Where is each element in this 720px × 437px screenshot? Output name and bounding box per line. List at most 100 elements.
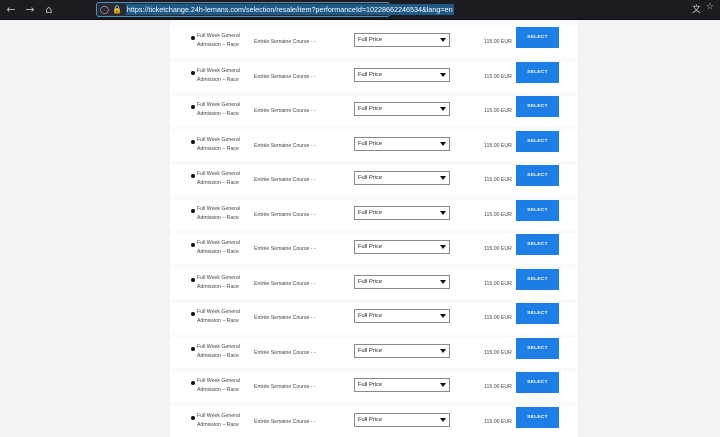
ticket-name-line2: Admission – Race bbox=[197, 352, 239, 359]
ticket-description: Entrée Semaine Course - - bbox=[254, 315, 316, 321]
ticket-price: 115.00 EUR bbox=[484, 384, 512, 390]
bullet-icon bbox=[191, 36, 195, 40]
price-type-value: Full Price bbox=[358, 37, 383, 43]
price-type-select[interactable]: Full Price bbox=[354, 206, 450, 220]
price-type-select[interactable]: Full Price bbox=[354, 275, 450, 289]
ticket-description: Entrée Semaine Course - - bbox=[254, 108, 316, 114]
ticket-name-line2: Admission – Race bbox=[197, 76, 239, 83]
ticket-description: Entrée Semaine Course - - bbox=[254, 74, 316, 80]
price-type-value: Full Price bbox=[358, 106, 383, 112]
bullet-icon bbox=[191, 381, 195, 385]
star-icon[interactable]: ☆ bbox=[706, 2, 714, 15]
price-type-select[interactable]: Full Price bbox=[354, 102, 450, 116]
lock-icon[interactable]: 🔒 bbox=[112, 4, 122, 16]
ticket-description: Entrée Semaine Course - - bbox=[254, 350, 316, 356]
ticket-name: Full Week General Admission – Race bbox=[197, 170, 257, 187]
ticket-name-line1: Full Week General bbox=[197, 378, 240, 384]
select-button[interactable]: SELECT bbox=[516, 165, 559, 186]
ticket-description: Entrée Semaine Course - - bbox=[254, 419, 316, 425]
select-button[interactable]: SELECT bbox=[516, 62, 559, 83]
ticket-name-line2: Admission – Race bbox=[197, 283, 239, 290]
ticket-name-line2: Admission – Race bbox=[197, 317, 239, 324]
ticket-name-line1: Full Week General bbox=[197, 102, 240, 108]
price-type-value: Full Price bbox=[358, 348, 383, 354]
select-button[interactable]: SELECT bbox=[516, 303, 559, 324]
ticket-row: Full Week General Admission – Race Entrée … bbox=[170, 234, 578, 264]
browser-toolbar: ← → ⌂ ◯ 🔒 https://ticketchange.24h-leman… bbox=[0, 0, 720, 20]
price-type-value: Full Price bbox=[358, 72, 383, 78]
ticket-description: Entrée Semaine Course - - bbox=[254, 384, 316, 390]
price-type-select[interactable]: Full Price bbox=[354, 413, 450, 427]
home-icon[interactable]: ⌂ bbox=[41, 2, 57, 18]
shield-icon[interactable]: ◯ bbox=[100, 4, 109, 16]
address-bar[interactable]: ◯ 🔒 https://ticketchange.24h-lemans.com/… bbox=[96, 2, 454, 17]
translate-icon[interactable]: 文 bbox=[692, 2, 701, 15]
back-arrow-icon[interactable]: ← bbox=[3, 2, 19, 18]
dropdown-caret-icon[interactable] bbox=[440, 280, 446, 284]
ticket-price: 115.00 EUR bbox=[484, 246, 512, 252]
price-type-select[interactable]: Full Price bbox=[354, 171, 450, 185]
price-type-value: Full Price bbox=[358, 382, 383, 388]
dropdown-caret-icon[interactable] bbox=[440, 73, 446, 77]
ticket-name: Full Week General Admission – Race bbox=[197, 343, 257, 360]
ticket-name-line2: Admission – Race bbox=[197, 41, 239, 48]
dropdown-caret-icon[interactable] bbox=[440, 314, 446, 318]
ticket-name-line1: Full Week General bbox=[197, 413, 240, 419]
ticket-row: Full Week General Admission – Race Entrée … bbox=[170, 200, 578, 230]
price-type-select[interactable]: Full Price bbox=[354, 309, 450, 323]
ticket-row: Full Week General Admission – Race Entrée … bbox=[170, 338, 578, 368]
price-type-value: Full Price bbox=[358, 279, 383, 285]
price-type-select[interactable]: Full Price bbox=[354, 33, 450, 47]
ticket-name-line2: Admission – Race bbox=[197, 145, 239, 152]
price-type-value: Full Price bbox=[358, 313, 383, 319]
price-type-select[interactable]: Full Price bbox=[354, 344, 450, 358]
dropdown-caret-icon[interactable] bbox=[440, 176, 446, 180]
select-button[interactable]: SELECT bbox=[516, 234, 559, 255]
ticket-name-line1: Full Week General bbox=[197, 137, 240, 143]
dropdown-caret-icon[interactable] bbox=[440, 245, 446, 249]
select-button[interactable]: SELECT bbox=[516, 269, 559, 290]
select-button[interactable]: SELECT bbox=[516, 200, 559, 221]
ticket-name-line1: Full Week General bbox=[197, 275, 240, 281]
select-button[interactable]: SELECT bbox=[516, 27, 559, 48]
ticket-name: Full Week General Admission – Race bbox=[197, 67, 257, 84]
select-button[interactable]: SELECT bbox=[516, 131, 559, 152]
ticket-row: Full Week General Admission – Race Entrée … bbox=[170, 62, 578, 92]
price-type-select[interactable]: Full Price bbox=[354, 68, 450, 82]
price-type-value: Full Price bbox=[358, 244, 383, 250]
dropdown-caret-icon[interactable] bbox=[440, 142, 446, 146]
bullet-icon bbox=[191, 140, 195, 144]
forward-arrow-icon[interactable]: → bbox=[22, 2, 38, 18]
ticket-price: 115.00 EUR bbox=[484, 350, 512, 356]
dropdown-caret-icon[interactable] bbox=[440, 211, 446, 215]
dropdown-caret-icon[interactable] bbox=[440, 383, 446, 387]
price-type-select[interactable]: Full Price bbox=[354, 240, 450, 254]
price-type-select[interactable]: Full Price bbox=[354, 378, 450, 392]
dropdown-caret-icon[interactable] bbox=[440, 349, 446, 353]
ticket-description: Entrée Semaine Course - - bbox=[254, 212, 316, 218]
bullet-icon bbox=[191, 347, 195, 351]
price-type-select[interactable]: Full Price bbox=[354, 137, 450, 151]
bullet-icon bbox=[191, 71, 195, 75]
ticket-name-line2: Admission – Race bbox=[197, 386, 239, 393]
ticket-name-line2: Admission – Race bbox=[197, 421, 239, 428]
ticket-name: Full Week General Admission – Race bbox=[197, 308, 257, 325]
price-type-value: Full Price bbox=[358, 210, 383, 216]
bullet-icon bbox=[191, 416, 195, 420]
ticket-row: Full Week General Admission – Race Entrée … bbox=[170, 407, 578, 437]
ticket-description: Entrée Semaine Course - - bbox=[254, 281, 316, 287]
price-type-value: Full Price bbox=[358, 417, 383, 423]
url-text[interactable]: https://ticketchange.24h-lemans.com/sele… bbox=[125, 4, 454, 15]
toolbar-right-icons: 文 ☆ bbox=[692, 2, 714, 15]
select-button[interactable]: SELECT bbox=[516, 372, 559, 393]
select-button[interactable]: SELECT bbox=[516, 407, 559, 428]
ticket-price: 115.00 EUR bbox=[484, 315, 512, 321]
ticket-name: Full Week General Admission – Race bbox=[197, 274, 257, 291]
select-button[interactable]: SELECT bbox=[516, 338, 559, 359]
select-button[interactable]: SELECT bbox=[516, 96, 559, 117]
dropdown-caret-icon[interactable] bbox=[440, 107, 446, 111]
ticket-name-line1: Full Week General bbox=[197, 344, 240, 350]
bullet-icon bbox=[191, 278, 195, 282]
dropdown-caret-icon[interactable] bbox=[440, 38, 446, 42]
dropdown-caret-icon[interactable] bbox=[440, 418, 446, 422]
